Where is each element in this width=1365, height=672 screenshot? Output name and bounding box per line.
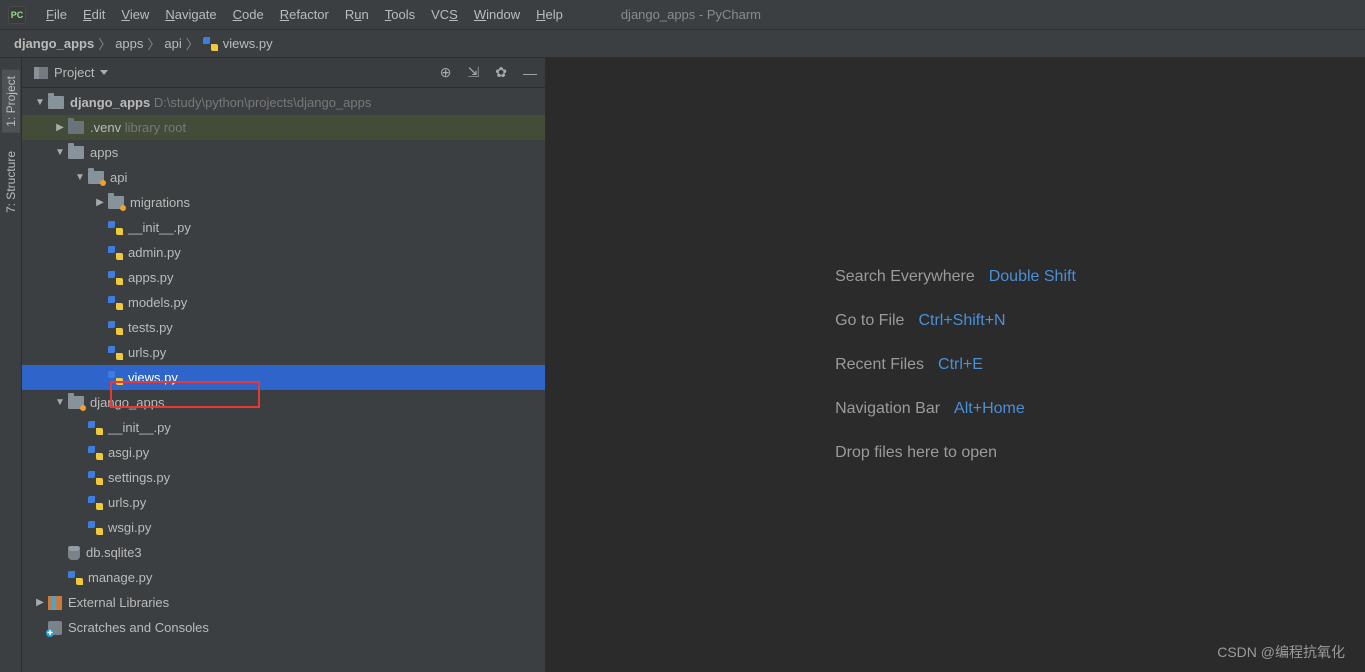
hint-nav-bar: Navigation BarAlt+Home [835, 400, 1076, 418]
library-icon [48, 596, 62, 610]
folder-icon [68, 146, 84, 159]
hint-search-everywhere: Search EverywhereDouble Shift [835, 268, 1076, 286]
breadcrumb-sep: 〉 [98, 34, 111, 53]
python-file-icon [108, 346, 124, 360]
tree-item-apps[interactable]: ▼apps [22, 140, 545, 165]
python-file-icon [108, 221, 124, 235]
menu-code[interactable]: Code [225, 0, 272, 30]
breadcrumb-root[interactable]: django_apps [14, 36, 94, 51]
editor-hints: Search EverywhereDouble Shift Go to File… [835, 268, 1076, 462]
tree-item-pyfile[interactable]: __init__.py [22, 415, 545, 440]
tool-window-bar: 1: Project 7: Structure [0, 58, 22, 672]
panel-header: Project ⊕ ⇲ ✿ — [22, 58, 545, 88]
tree-item-scratches[interactable]: ✚Scratches and Consoles [22, 615, 545, 640]
tree-item-pyfile[interactable]: tests.py [22, 315, 545, 340]
tree-item-external-libraries[interactable]: ▶External Libraries [22, 590, 545, 615]
chevron-down-icon [100, 70, 108, 75]
tree-item-pyfile[interactable]: urls.py [22, 490, 545, 515]
hint-drop-files: Drop files here to open [835, 444, 1076, 462]
tree-root[interactable]: ▼django_apps D:\study\python\projects\dj… [22, 90, 545, 115]
breadcrumb-sep: 〉 [147, 34, 160, 53]
tree-item-django-apps-pkg[interactable]: ▼django_apps [22, 390, 545, 415]
package-folder-icon [88, 171, 104, 184]
database-icon [68, 546, 80, 560]
breadcrumb-apps[interactable]: apps [115, 36, 143, 51]
tree-item-venv[interactable]: ▶.venv library root [22, 115, 545, 140]
folder-icon [68, 121, 84, 134]
editor-area[interactable]: Search EverywhereDouble Shift Go to File… [546, 58, 1365, 672]
scratches-icon: ✚ [48, 621, 62, 635]
breadcrumb-sep: 〉 [186, 34, 199, 53]
python-file-icon [108, 246, 124, 260]
tree-item-pyfile[interactable]: urls.py [22, 340, 545, 365]
tree-item-pyfile[interactable]: settings.py [22, 465, 545, 490]
pycharm-icon: PC [8, 6, 26, 24]
python-file-icon [88, 471, 104, 485]
package-folder-icon [108, 196, 124, 209]
package-folder-icon [68, 396, 84, 409]
menu-navigate[interactable]: Navigate [157, 0, 224, 30]
breadcrumb-file[interactable]: views.py [203, 36, 273, 51]
menu-vcs[interactable]: VCS [423, 0, 466, 30]
tree-item-migrations[interactable]: ▶migrations [22, 190, 545, 215]
python-file-icon [108, 271, 124, 285]
chevron-down-icon: ▼ [74, 172, 86, 184]
menubar: PC File Edit View Navigate Code Refactor… [0, 0, 1365, 30]
menu-help[interactable]: Help [528, 0, 571, 30]
menu-view[interactable]: View [113, 0, 157, 30]
tree-item-pyfile[interactable]: __init__.py [22, 215, 545, 240]
chevron-down-icon: ▼ [54, 147, 66, 159]
hide-icon[interactable]: — [523, 65, 537, 81]
project-view-icon [34, 67, 48, 79]
tree-item-api[interactable]: ▼api [22, 165, 545, 190]
project-tree[interactable]: ▼django_apps D:\study\python\projects\dj… [22, 88, 545, 672]
breadcrumb-api[interactable]: api [164, 36, 181, 51]
tree-item-pyfile[interactable]: wsgi.py [22, 515, 545, 540]
folder-icon [48, 96, 64, 109]
menu-file[interactable]: File [38, 0, 75, 30]
python-file-icon [108, 371, 124, 385]
hint-go-to-file: Go to FileCtrl+Shift+N [835, 312, 1076, 330]
python-file-icon [88, 521, 104, 535]
tree-item-pyfile[interactable]: apps.py [22, 265, 545, 290]
chevron-down-icon: ▼ [54, 397, 66, 409]
python-file-icon [88, 496, 104, 510]
menu-run[interactable]: Run [337, 0, 377, 30]
tree-item-dbsqlite[interactable]: db.sqlite3 [22, 540, 545, 565]
python-file-icon [108, 321, 124, 335]
python-file-icon [108, 296, 124, 310]
panel-view-selector[interactable]: Project [30, 63, 112, 82]
gear-icon[interactable]: ✿ [495, 64, 507, 81]
chevron-right-icon: ▶ [34, 597, 46, 609]
sidebar-tab-project[interactable]: 1: Project [2, 70, 20, 133]
breadcrumb: django_apps 〉 apps 〉 api 〉 views.py [0, 30, 1365, 58]
python-file-icon [88, 421, 104, 435]
hint-recent-files: Recent FilesCtrl+E [835, 356, 1076, 374]
window-title: django_apps - PyCharm [621, 7, 761, 22]
python-file-icon [68, 571, 84, 585]
chevron-down-icon: ▼ [34, 97, 46, 109]
tree-item-views-selected[interactable]: views.py [22, 365, 545, 390]
watermark: CSDN @编程抗氧化 [1217, 642, 1345, 662]
menu-tools[interactable]: Tools [377, 0, 423, 30]
menu-window[interactable]: Window [466, 0, 528, 30]
chevron-right-icon: ▶ [54, 122, 66, 134]
project-panel: Project ⊕ ⇲ ✿ — ▼django_apps D:\study\py… [22, 58, 546, 672]
locate-icon[interactable]: ⊕ [440, 64, 452, 81]
panel-title: Project [54, 65, 94, 80]
menu-refactor[interactable]: Refactor [272, 0, 337, 30]
tree-item-pyfile[interactable]: asgi.py [22, 440, 545, 465]
python-file-icon [88, 446, 104, 460]
tree-item-managepy[interactable]: manage.py [22, 565, 545, 590]
tree-item-pyfile[interactable]: models.py [22, 290, 545, 315]
chevron-right-icon: ▶ [94, 197, 106, 209]
tree-item-pyfile[interactable]: admin.py [22, 240, 545, 265]
menu-edit[interactable]: Edit [75, 0, 113, 30]
collapse-all-icon[interactable]: ⇲ [468, 64, 480, 81]
python-file-icon [203, 37, 219, 51]
sidebar-tab-structure[interactable]: 7: Structure [2, 145, 20, 219]
